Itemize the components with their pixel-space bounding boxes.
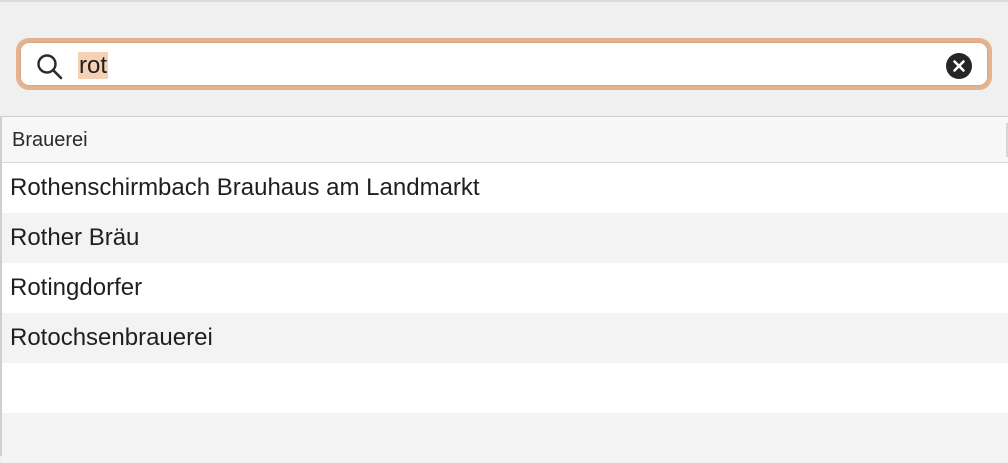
table-header: Brauerei <box>2 117 1008 163</box>
window-top-border <box>0 0 1008 2</box>
column-header-brauerei[interactable]: Brauerei <box>12 129 88 152</box>
row-label: Rotochsenbrauerei <box>10 324 213 351</box>
search-icon <box>36 53 64 81</box>
close-icon <box>953 60 965 72</box>
search-query-text: rot <box>78 52 109 79</box>
table-row[interactable]: Rotochsenbrauerei <box>2 313 1008 363</box>
row-label: Rotingdorfer <box>10 274 143 301</box>
row-label: Rother Bräu <box>10 224 140 251</box>
table-row[interactable]: Rotingdorfer <box>2 263 1008 313</box>
brewery-table: Brauerei Rothenschirmbach Brauhaus am La… <box>0 116 1008 463</box>
table-row[interactable]: Rother Bräu <box>2 213 1008 263</box>
table-row[interactable]: Rothenschirmbach Brauhaus am Landmarkt <box>2 163 1008 213</box>
row-label: Rothenschirmbach Brauhaus am Landmarkt <box>10 174 480 201</box>
table-body: Rothenschirmbach Brauhaus am Landmarkt R… <box>2 163 1008 463</box>
clear-search-button[interactable] <box>946 53 972 79</box>
search-input[interactable]: rot <box>78 51 109 81</box>
search-field[interactable]: rot <box>16 38 992 90</box>
empty-row <box>2 363 1008 413</box>
